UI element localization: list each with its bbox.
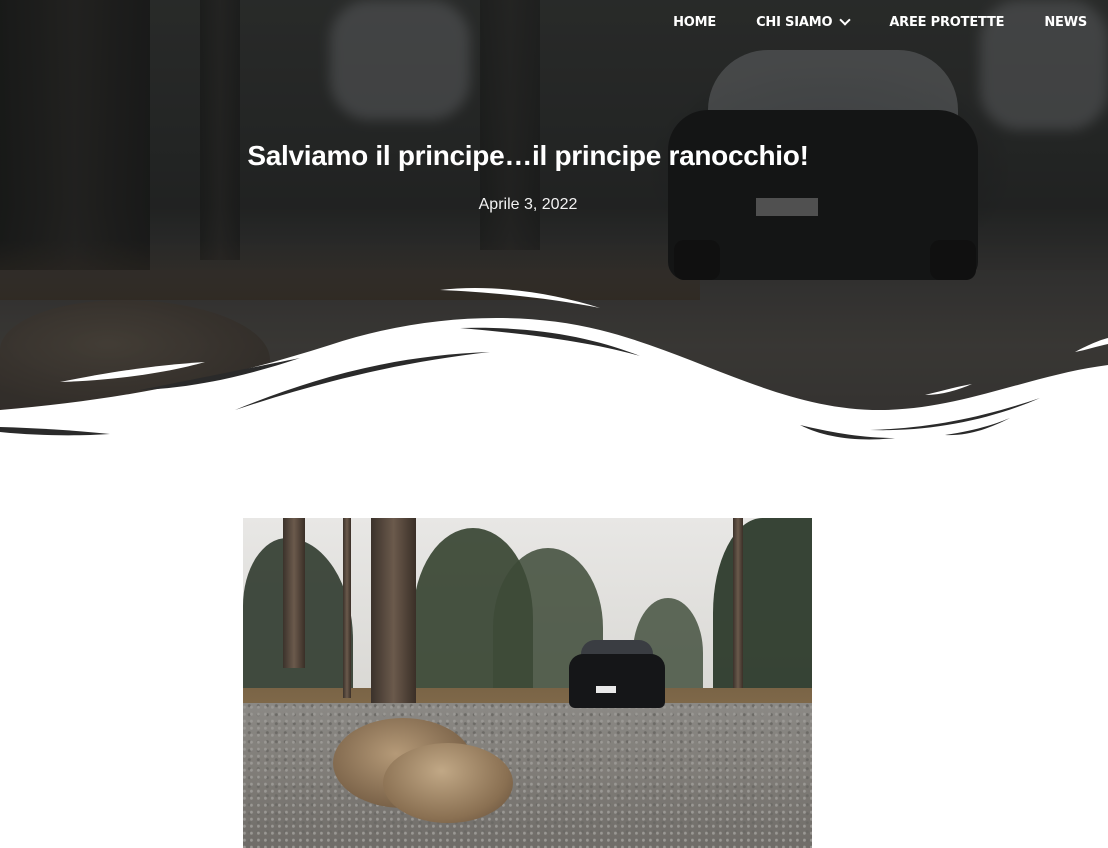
chevron-down-icon[interactable] <box>839 14 851 26</box>
post-date: Aprile 3, 2022 <box>478 196 578 213</box>
featured-image <box>243 518 812 848</box>
nav-item-news[interactable]: NEWS <box>1044 15 1087 30</box>
nav-item-label: NEWS <box>1044 14 1087 30</box>
hero-wave-divider <box>0 288 1108 460</box>
nav-item-label: AREE PROTETTE <box>889 14 1005 30</box>
main-navigation: HOME CHI SIAMO AREE PROTETTE NEWS <box>633 0 1108 44</box>
post-title: Salviamo il principe…il principe ranocch… <box>247 140 809 171</box>
nav-item-label: HOME <box>673 14 717 30</box>
photo-car <box>569 636 665 708</box>
hero-banner <box>0 0 1108 460</box>
nav-item-label: CHI SIAMO <box>756 14 833 30</box>
photo-toad <box>383 743 513 823</box>
nav-item-aree-protette[interactable]: AREE PROTETTE <box>889 15 1004 30</box>
nav-item-chi-siamo[interactable]: CHI SIAMO <box>756 14 851 30</box>
nav-item-home[interactable]: HOME <box>673 15 716 30</box>
